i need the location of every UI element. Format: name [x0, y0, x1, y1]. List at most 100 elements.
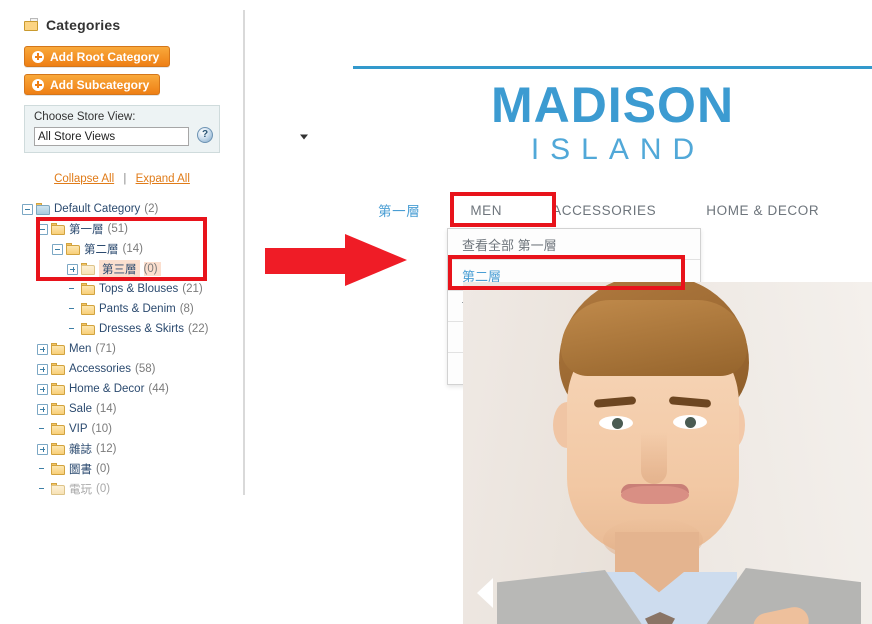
screenshot-root: Categories Add Root Category Add Subcate…: [0, 0, 872, 624]
site-logo[interactable]: MADISON ISLAND: [353, 78, 872, 168]
collapse-node-icon[interactable]: [22, 203, 33, 215]
red-highlight-box-nav-item: [450, 192, 556, 227]
logo-line-island: ISLAND: [530, 133, 706, 166]
add-root-category-label: Add Root Category: [50, 49, 160, 64]
main-navigation: 第一層 MEN ACCESSORIES HOME & DECOR: [353, 196, 872, 224]
tree-node[interactable]: Home & Decor (44): [22, 379, 242, 399]
tree-spacer: [67, 304, 78, 315]
folder-icon: [51, 363, 66, 375]
folder-icon: [81, 323, 96, 335]
tree-node[interactable]: Accessories (58): [22, 359, 242, 379]
tree-node[interactable]: Pants & Denim (8): [22, 299, 242, 319]
nav-item[interactable]: HOME & DECOR: [681, 203, 844, 218]
hero-pupil-right: [685, 417, 696, 428]
tree-node-label: Pants & Denim: [99, 303, 176, 315]
admin-category-panel: Categories Add Root Category Add Subcate…: [0, 0, 308, 624]
expand-node-icon[interactable]: [37, 363, 48, 375]
tree-node[interactable]: Dresses & Skirts (22): [22, 319, 242, 339]
hero-lower-lip: [621, 486, 689, 504]
tree-node-count: (0): [96, 483, 111, 495]
folder-icon: [51, 483, 66, 495]
tree-node[interactable]: 電玩 (0): [22, 479, 242, 499]
folder-icon: [51, 423, 66, 435]
tree-node-label: Accessories: [69, 363, 131, 375]
tree-spacer: [37, 424, 48, 435]
tree-node[interactable]: VIP (10): [22, 419, 242, 439]
expand-node-icon[interactable]: [37, 443, 48, 455]
folder-icon: [51, 443, 66, 455]
folder-icon: [51, 383, 66, 395]
nav-item[interactable]: 第一層: [353, 200, 445, 220]
hero-image: [463, 282, 872, 624]
tree-node-count: (58): [135, 363, 156, 375]
header-rule: [353, 66, 872, 69]
tree-node[interactable]: Tops & Blouses (21): [22, 279, 242, 299]
tree-node[interactable]: 圖書 (0): [22, 459, 242, 479]
folder-icon: [51, 343, 66, 355]
tree-node-label: Dresses & Skirts: [99, 323, 184, 335]
logo-line-madison: MADISON: [490, 77, 735, 133]
tree-node[interactable]: Default Category (2): [22, 199, 242, 219]
hero-pupil-left: [612, 418, 623, 429]
tree-node-count: (44): [148, 383, 169, 395]
tree-node-count: (71): [95, 343, 116, 355]
page-title-label: Categories: [46, 17, 121, 33]
help-icon[interactable]: ?: [197, 127, 213, 143]
add-subcategory-button[interactable]: Add Subcategory: [24, 74, 161, 95]
red-highlight-box-tree: [36, 217, 207, 281]
tree-node-label: Sale: [69, 403, 93, 415]
add-root-category-button[interactable]: Add Root Category: [24, 46, 171, 67]
page-title: Categories: [24, 17, 120, 33]
tree-node-count: (22): [188, 323, 209, 335]
collapse-all-link[interactable]: Collapse All: [54, 173, 114, 185]
tree-node-label: 圖書: [69, 464, 92, 476]
tree-node-count: (8): [179, 303, 194, 315]
tree-spacer: [67, 324, 78, 335]
folder-icon: [81, 283, 96, 295]
tree-node-label: VIP: [69, 423, 88, 435]
hero-fringe: [561, 300, 747, 376]
arrow-shaft: [265, 248, 353, 274]
folder-icon: [51, 463, 66, 475]
expand-all-link[interactable]: Expand All: [136, 173, 190, 185]
tree-spacer: [37, 464, 48, 475]
expand-node-icon[interactable]: [37, 383, 48, 395]
store-view-select[interactable]: All Store Views: [34, 127, 308, 146]
tree-node-count: (21): [182, 283, 203, 295]
add-subcategory-label: Add Subcategory: [50, 77, 150, 92]
red-highlight-box-dropdown-item: [448, 255, 685, 290]
folder-icon: [36, 203, 51, 215]
tree-node-count: (0): [96, 463, 111, 475]
tree-node-label: Default Category: [54, 203, 141, 215]
folder-icon: [51, 403, 66, 415]
tree-node-count: (14): [96, 403, 117, 415]
tree-node-label: Tops & Blouses: [99, 283, 179, 295]
tree-node[interactable]: Sale (14): [22, 399, 242, 419]
tree-node-label: Men: [69, 343, 92, 355]
tree-node-label: Home & Decor: [69, 383, 145, 395]
tree-spacer: [37, 484, 48, 495]
red-right-arrow-icon: [265, 234, 407, 286]
folder-icon: [81, 303, 96, 315]
tree-node-count: (2): [144, 203, 159, 215]
tree-node-label: 電玩: [69, 484, 92, 496]
store-view-selected-value: All Store Views: [38, 130, 116, 143]
tree-node-count: (10): [91, 423, 112, 435]
store-view-label: Choose Store View:: [34, 111, 136, 123]
storefront-preview: MADISON ISLAND 第一層 MEN ACCESSORIES HOME & D…: [245, 0, 872, 624]
arrow-head: [345, 234, 407, 286]
tree-controls-separator: |: [123, 173, 127, 185]
tree-node[interactable]: 雜誌 (12): [22, 439, 242, 459]
store-view-selector-box: Choose Store View: All Store Views ?: [24, 105, 308, 153]
expand-node-icon[interactable]: [37, 403, 48, 415]
categories-folder-icon: [24, 18, 40, 32]
tree-node[interactable]: Men (71): [22, 339, 242, 359]
tree-controls: Collapse All | Expand All: [24, 173, 220, 185]
expand-node-icon[interactable]: [37, 343, 48, 355]
tree-node-label: 雜誌: [69, 444, 92, 456]
previous-slide-arrow-icon[interactable]: [477, 578, 493, 608]
hero-nose: [641, 432, 667, 484]
plus-icon: [32, 78, 44, 91]
plus-icon: [32, 50, 44, 63]
tree-spacer: [67, 284, 78, 295]
